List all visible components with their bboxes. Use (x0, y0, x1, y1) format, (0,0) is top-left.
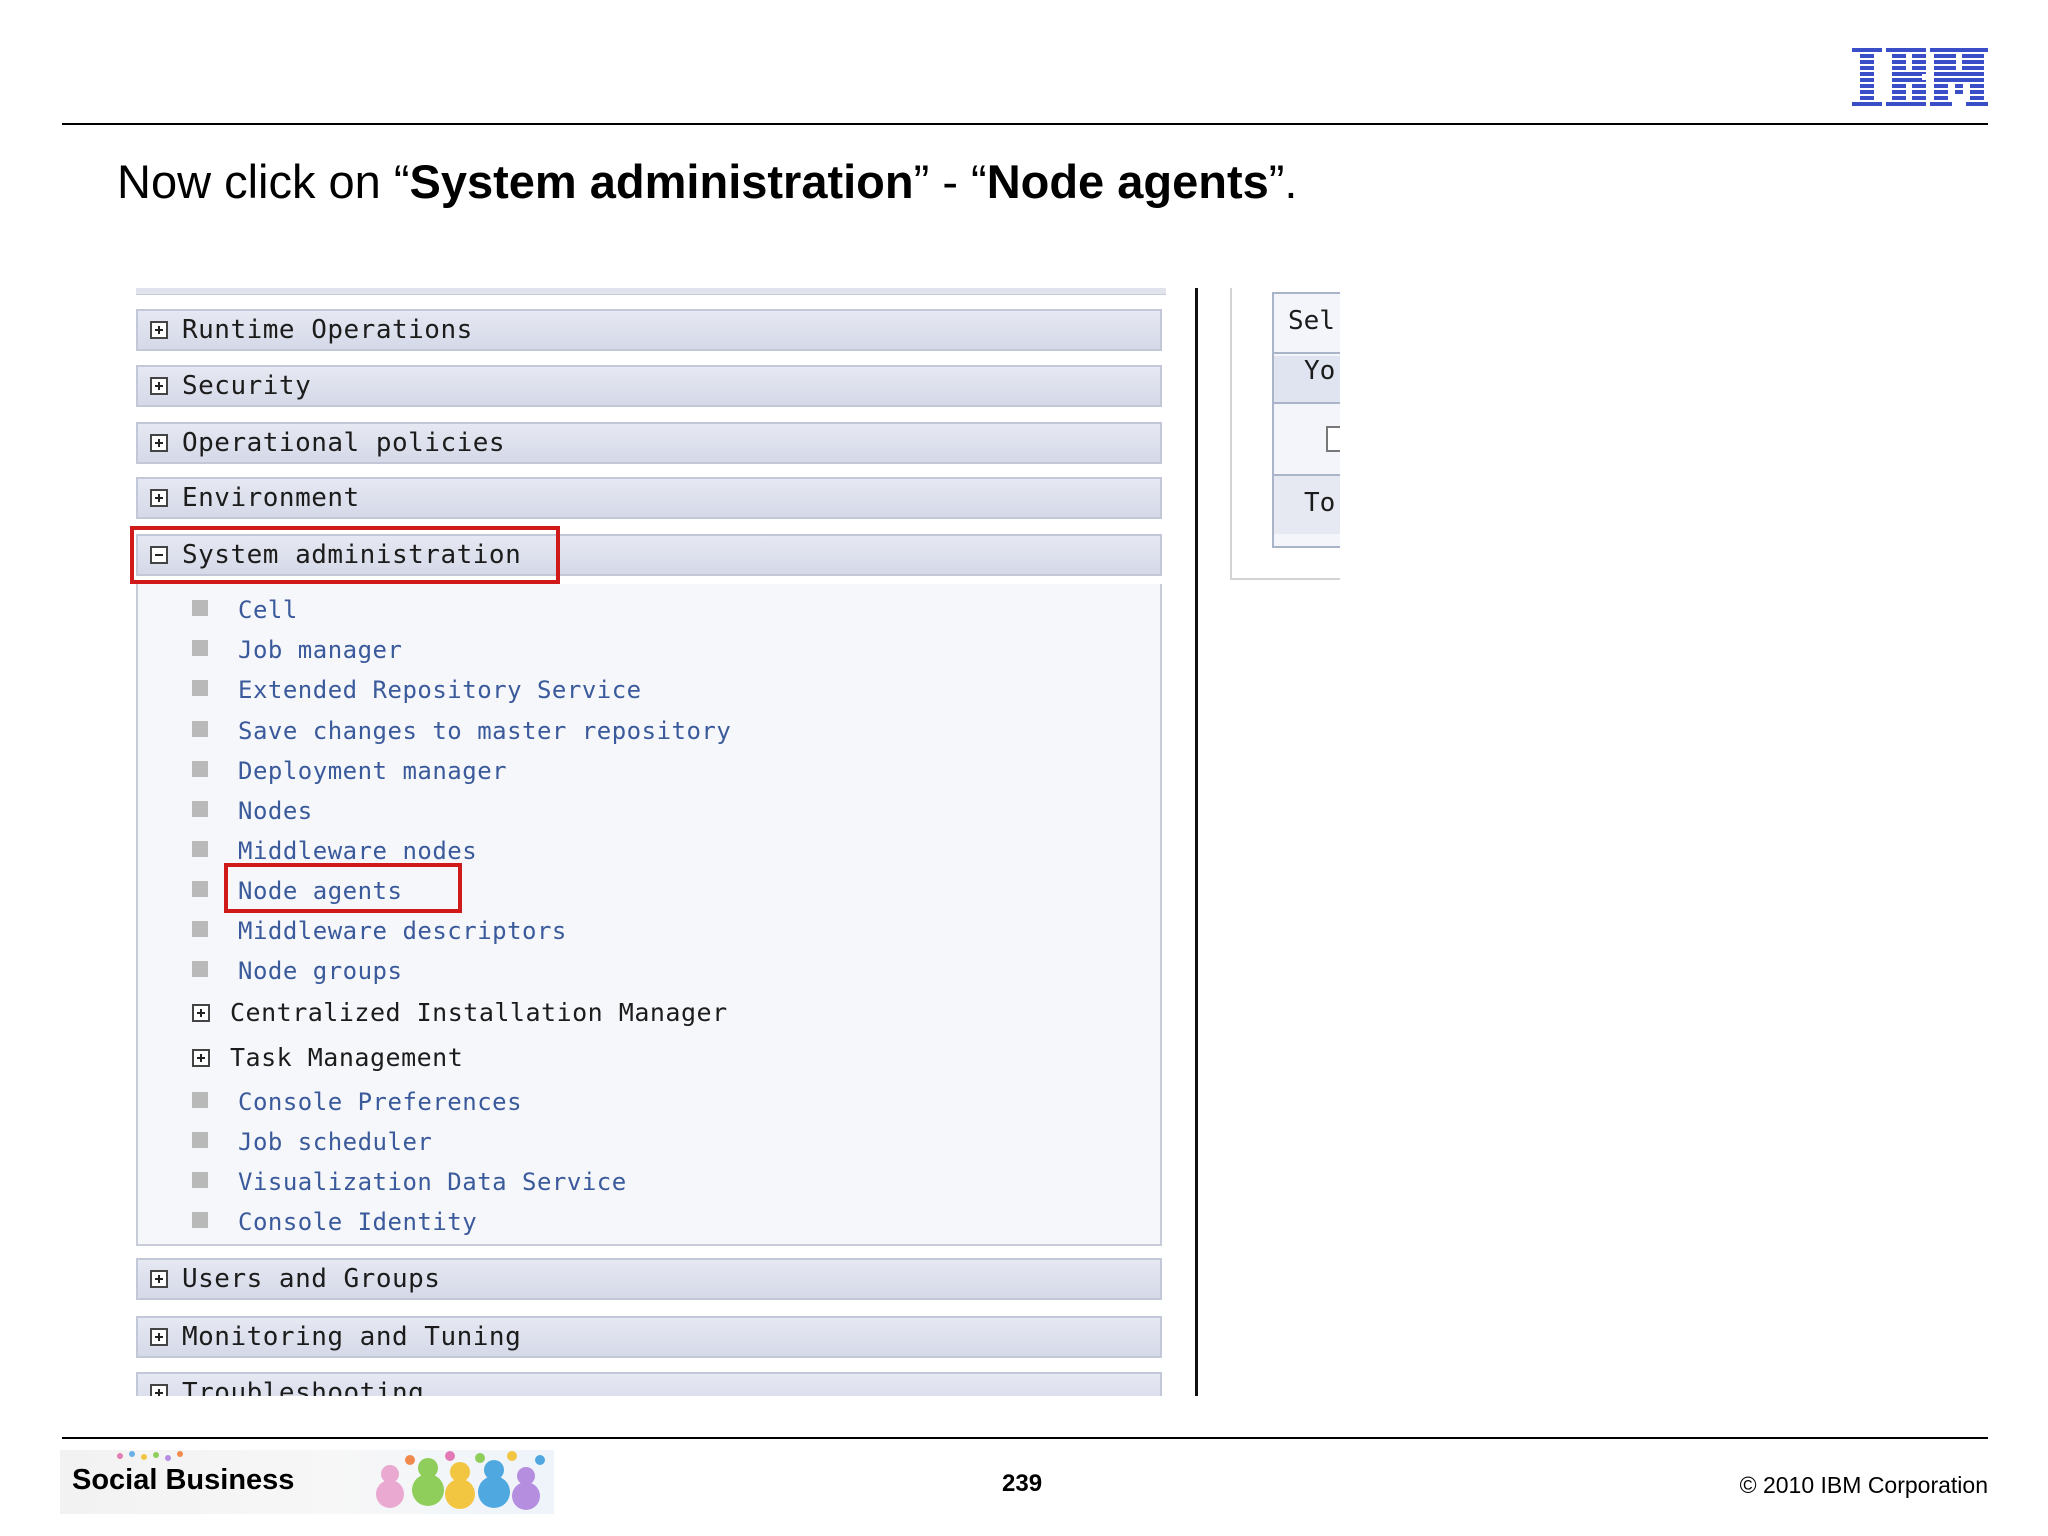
nav-item-label[interactable]: Console Preferences (238, 1088, 522, 1116)
nav-category-runtime-operations[interactable]: Runtime Operations (136, 309, 1162, 351)
nav-category-operational-policies[interactable]: Operational policies (136, 422, 1162, 464)
nav-subcategory-label: Centralized Installation Manager (230, 998, 728, 1027)
bullet-icon (192, 961, 208, 977)
expand-icon[interactable] (150, 377, 168, 395)
bullet-icon (192, 841, 208, 857)
nav-item-label[interactable]: Extended Repository Service (238, 676, 642, 704)
checkbox-icon[interactable] (1326, 426, 1340, 452)
expand-icon[interactable] (150, 1384, 168, 1396)
expand-icon[interactable] (150, 321, 168, 339)
nav-category-security[interactable]: Security (136, 365, 1162, 407)
system-administration-items: Cell Job manager Extended Repository Ser… (136, 584, 1162, 1246)
expand-icon[interactable] (192, 1004, 210, 1022)
instruction-text: Now click on “System administration” - “… (117, 155, 1298, 208)
table-footer-fragment: To (1274, 474, 1340, 534)
nav-category-label: Troubleshooting (182, 1378, 425, 1396)
expand-icon[interactable] (150, 489, 168, 507)
nav-category-environment[interactable]: Environment (136, 477, 1162, 519)
instruction-bold-system-admin: System administration (409, 155, 914, 208)
bottom-rule (62, 1437, 1988, 1439)
nav-item-label[interactable]: Job scheduler (238, 1128, 432, 1156)
nav-subcategory-label: Task Management (230, 1043, 464, 1072)
nav-category-label: Monitoring and Tuning (182, 1322, 522, 1352)
bullet-icon (192, 600, 208, 616)
content-panel-fragment: Sel Yo To (1230, 288, 1340, 580)
nav-item-label[interactable]: Job manager (238, 636, 402, 664)
content-table-fragment: Sel Yo To (1272, 292, 1340, 548)
bullet-icon (192, 1212, 208, 1228)
highlight-system-administration (130, 526, 560, 584)
bullet-icon (192, 640, 208, 656)
nav-category-users-and-groups[interactable]: Users and Groups (136, 1258, 1162, 1300)
table-row-checkbox-fragment (1274, 406, 1340, 472)
highlight-node-agents (224, 863, 462, 913)
table-header-fragment: Sel (1274, 306, 1340, 354)
bullet-icon (192, 801, 208, 817)
bullet-icon (192, 1092, 208, 1108)
nav-top-edge (136, 288, 1166, 295)
panel-divider[interactable] (1195, 288, 1198, 1396)
nav-item-label[interactable]: Node groups (238, 957, 402, 985)
nav-item-label[interactable]: Middleware nodes (238, 837, 477, 865)
bullet-icon (192, 721, 208, 737)
footer-brand: Social Business (72, 1464, 295, 1496)
bullet-icon (192, 761, 208, 777)
nav-category-label: Runtime Operations (182, 315, 473, 345)
copyright: © 2010 IBM Corporation (1739, 1472, 1988, 1498)
nav-item-label[interactable]: Nodes (238, 797, 313, 825)
nav-category-troubleshooting[interactable]: Troubleshooting (136, 1372, 1162, 1396)
nav-item-label[interactable]: Visualization Data Service (238, 1168, 627, 1196)
console-screenshot: Runtime Operations Security Operational … (130, 288, 1340, 1396)
nav-item-label[interactable]: Middleware descriptors (238, 917, 567, 945)
navigation-panel: Runtime Operations Security Operational … (130, 288, 1168, 1396)
expand-icon[interactable] (150, 1270, 168, 1288)
page-number: 239 (1002, 1470, 1043, 1497)
nav-item-label[interactable]: Console Identity (238, 1208, 477, 1236)
nav-category-label: Environment (182, 483, 360, 513)
nav-category-monitoring-and-tuning[interactable]: Monitoring and Tuning (136, 1316, 1162, 1358)
nav-item-label[interactable]: Deployment manager (238, 757, 507, 785)
ibm-logo (1852, 48, 1988, 108)
bullet-icon (192, 881, 208, 897)
bullet-icon (192, 1132, 208, 1148)
nav-category-label: Users and Groups (182, 1264, 441, 1294)
bullet-icon (192, 680, 208, 696)
expand-icon[interactable] (150, 1328, 168, 1346)
nav-item-label[interactable]: Cell (238, 596, 298, 624)
top-rule (62, 123, 1988, 125)
bullet-icon (192, 1172, 208, 1188)
instruction-bold-node-agents: Node agents (986, 155, 1269, 208)
nav-category-label: Operational policies (182, 428, 506, 458)
nav-item-label[interactable]: Save changes to master repository (238, 717, 731, 745)
nav-category-label: Security (182, 371, 312, 401)
bullet-icon (192, 921, 208, 937)
social-business-banner: Social Business (60, 1450, 554, 1514)
table-row-fragment: Yo (1274, 356, 1340, 404)
expand-icon[interactable] (150, 434, 168, 452)
expand-icon[interactable] (192, 1049, 210, 1067)
